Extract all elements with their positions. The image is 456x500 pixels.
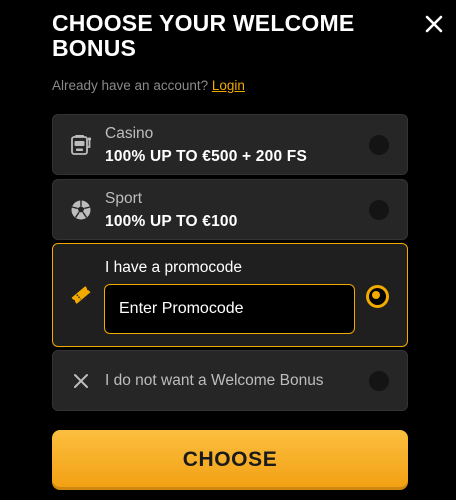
welcome-bonus-modal: CHOOSE YOUR WELCOME BONUS Already have a… [0,0,456,500]
option-no-bonus[interactable]: I do not want a Welcome Bonus [52,350,408,411]
radio-promocode[interactable] [366,285,389,308]
radio-sport[interactable] [369,200,389,220]
close-icon [425,15,443,33]
soccer-ball-icon [69,198,93,222]
option-casino[interactable]: Casino 100% UP TO €500 + 200 FS [52,114,408,175]
login-link[interactable]: Login [212,78,245,93]
option-promocode-label: I have a promocode [105,259,243,276]
ticket-icon [69,283,93,307]
choose-button[interactable]: CHOOSE [52,430,408,490]
close-button[interactable] [422,12,446,36]
radio-no-bonus[interactable] [369,371,389,391]
modal-title: CHOOSE YOUR WELCOME BONUS [52,10,355,61]
promocode-input[interactable] [104,284,355,334]
option-promocode[interactable]: I have a promocode [52,243,408,347]
option-sport-label: Sport [105,190,143,207]
option-casino-label: Casino [105,125,154,142]
slot-machine-icon [69,133,93,157]
option-sport[interactable]: Sport 100% UP TO €100 [52,179,408,240]
x-icon [69,369,93,393]
radio-casino[interactable] [369,135,389,155]
option-no-bonus-label: I do not want a Welcome Bonus [105,372,324,389]
option-sport-bonus: 100% UP TO €100 [105,213,238,230]
account-question: Already have an account? [52,78,209,93]
option-casino-bonus: 100% UP TO €500 + 200 FS [105,148,307,165]
account-prompt: Already have an account? Login [52,78,245,93]
